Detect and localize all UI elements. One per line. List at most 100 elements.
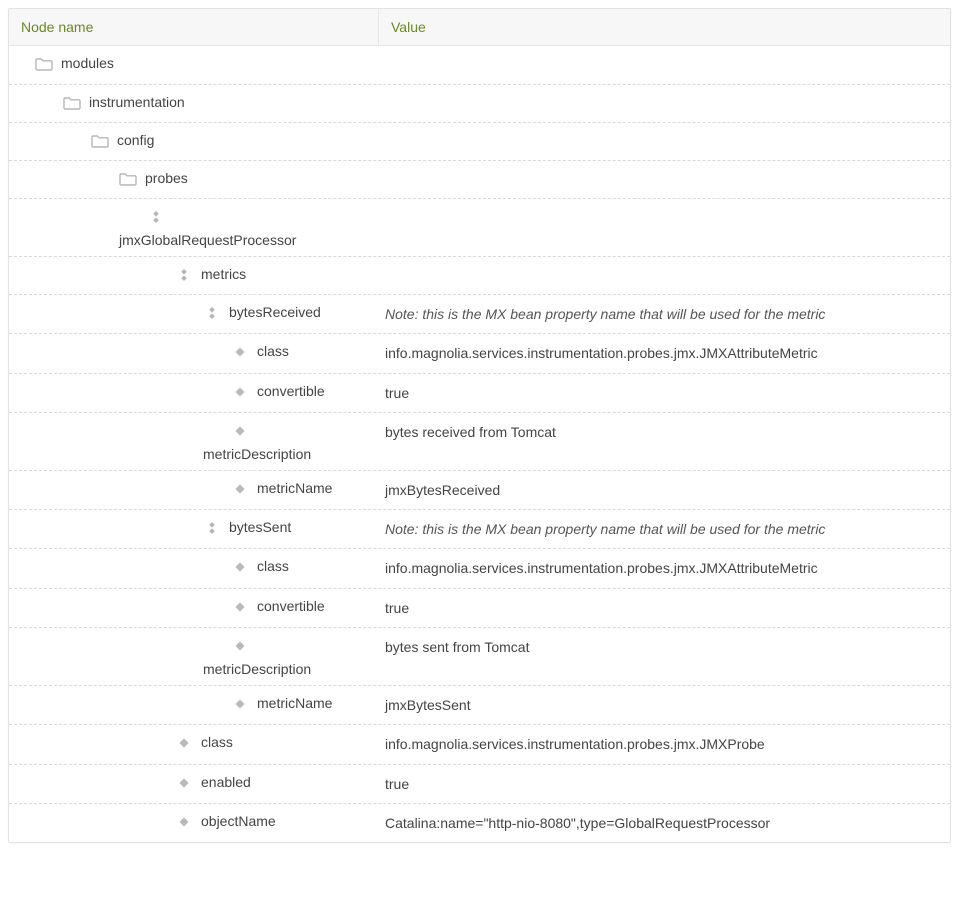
name-cell[interactable]: class [9,334,379,368]
node-label: metricName [257,479,332,496]
node-label: metrics [201,265,246,282]
value-cell[interactable]: bytes received from Tomcat [379,413,950,451]
name-cell[interactable]: bytesSent [9,510,379,544]
name-cell[interactable]: enabled [9,765,379,799]
header-value[interactable]: Value [379,9,950,45]
name-cell[interactable]: metricName [9,686,379,720]
value-cell[interactable] [379,123,950,141]
node-label: bytesSent [229,518,291,535]
tree-row[interactable]: bytesReceived Note: this is the MX bean p… [9,294,950,333]
table-header: Node name Value [9,9,950,46]
node-label: objectName [201,812,276,829]
node-label: class [257,557,289,574]
node-label: convertible [257,382,325,399]
value-cell[interactable]: true [379,374,950,412]
name-cell[interactable]: class [9,725,379,759]
value-cell[interactable] [379,46,950,64]
node-label: config [117,131,154,148]
value-cell[interactable]: Note: this is the MX bean property name … [379,510,950,548]
tree-row[interactable]: probes [9,160,950,198]
name-cell[interactable]: probes [9,161,379,195]
node-label: jmxGlobalRequestProcessor [119,231,296,248]
folder-icon [35,56,53,72]
prop-icon [175,814,193,830]
prop-icon [231,559,249,575]
value-text: bytes sent from Tomcat [385,639,529,655]
node-label: class [201,733,233,750]
prop-icon [231,481,249,497]
value-text: bytes received from Tomcat [385,424,556,440]
header-node-name[interactable]: Node name [9,9,379,45]
node-label: metricName [257,694,332,711]
prop-icon [231,696,249,712]
value-cell[interactable] [379,161,950,179]
value-cell[interactable] [379,199,950,217]
value-text: true [385,385,409,401]
name-cell[interactable]: objectName [9,804,379,838]
value-text: Catalina:name="http-nio-8080",type=Globa… [385,815,770,831]
name-cell[interactable]: instrumentation [9,85,379,119]
value-cell[interactable]: info.magnolia.services.instrumentation.p… [379,334,950,372]
node-label: metricDescription [203,660,311,677]
prop-icon [175,775,193,791]
tree-row[interactable]: bytesSent Note: this is the MX bean prope… [9,509,950,548]
node-label: enabled [201,773,251,790]
prop-icon [175,735,193,751]
value-cell[interactable] [379,85,950,103]
tree-row[interactable]: class info.magnolia.services.instrumentat… [9,548,950,587]
tree-row[interactable]: metrics [9,256,950,294]
name-cell[interactable]: convertible [9,589,379,623]
tree-row[interactable]: class info.magnolia.services.instrumentat… [9,724,950,763]
name-cell[interactable]: metricDescription [9,628,379,685]
value-text: true [385,776,409,792]
tree-row[interactable]: objectName Catalina:name="http-nio-8080",… [9,803,950,842]
value-cell[interactable]: Note: this is the MX bean property name … [379,295,950,333]
value-text: Note: this is the MX bean property name … [385,521,825,537]
node-label: instrumentation [89,93,185,110]
value-cell[interactable]: true [379,765,950,803]
tree-row[interactable]: enabled true [9,764,950,803]
tree-row[interactable]: metricDescription bytes received from Tom… [9,412,950,470]
value-text: jmxBytesReceived [385,482,500,498]
name-cell[interactable]: convertible [9,374,379,408]
value-text: jmxBytesSent [385,697,471,713]
value-cell[interactable]: jmxBytesSent [379,686,950,724]
tree-row[interactable]: convertible true [9,373,950,412]
value-cell[interactable]: info.magnolia.services.instrumentation.p… [379,725,950,763]
name-cell[interactable]: jmxGlobalRequestProcessor [9,199,379,256]
prop-icon [231,638,249,654]
value-cell[interactable]: info.magnolia.services.instrumentation.p… [379,549,950,587]
value-cell[interactable]: true [379,589,950,627]
tree-row[interactable]: metricName jmxBytesSent [9,685,950,724]
value-cell[interactable]: jmxBytesReceived [379,471,950,509]
name-cell[interactable]: metricDescription [9,413,379,470]
node-label: modules [61,54,114,71]
tree-row[interactable]: jmxGlobalRequestProcessor [9,198,950,256]
name-cell[interactable]: class [9,549,379,583]
tree-row[interactable]: metricDescription bytes sent from Tomcat [9,627,950,685]
name-cell[interactable]: metrics [9,257,379,291]
value-text: Note: this is the MX bean property name … [385,306,825,322]
prop-icon [231,384,249,400]
tree-row[interactable]: config [9,122,950,160]
prop-icon [231,344,249,360]
tree-row[interactable]: metricName jmxBytesReceived [9,470,950,509]
tree-row[interactable]: instrumentation [9,84,950,122]
value-cell[interactable] [379,257,950,275]
name-cell[interactable]: metricName [9,471,379,505]
node-icon [203,520,221,536]
tree-row[interactable]: class info.magnolia.services.instrumentat… [9,333,950,372]
value-cell[interactable]: Catalina:name="http-nio-8080",type=Globa… [379,804,950,842]
name-cell[interactable]: bytesReceived [9,295,379,329]
name-cell[interactable]: modules [9,46,379,80]
prop-icon [231,423,249,439]
name-cell[interactable]: config [9,123,379,157]
tree-table: Node name Value modules instrumentation co… [8,8,951,843]
tree-row[interactable]: convertible true [9,588,950,627]
tree-row[interactable]: modules [9,46,950,84]
node-icon [147,209,165,225]
node-label: class [257,342,289,359]
value-cell[interactable]: bytes sent from Tomcat [379,628,950,666]
node-label: convertible [257,597,325,614]
node-icon [175,267,193,283]
